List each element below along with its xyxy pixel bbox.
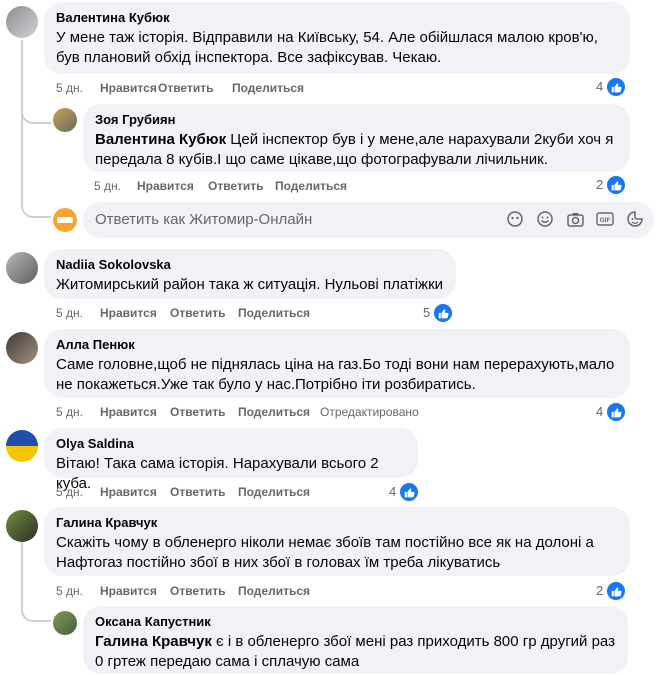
share-action[interactable]: Поделиться (238, 484, 310, 500)
comment-text: Житомирський район така ж ситуація. Нуль… (56, 276, 444, 293)
avatar[interactable] (6, 6, 38, 38)
comment-bubble: Зоя Грубиян Валентина Кубюк Цей інспекто… (83, 104, 630, 172)
like-action[interactable]: Нравится (100, 404, 170, 420)
avatar[interactable] (6, 332, 38, 364)
emoji-icon[interactable] (536, 210, 554, 228)
reply-input[interactable]: Ответить как Житомир-Онлайн GIF (83, 202, 654, 238)
like-action[interactable]: Нравится (100, 583, 170, 599)
avatar[interactable] (6, 252, 38, 284)
like-icon (432, 302, 455, 324)
reaction-number: 4 (389, 484, 397, 499)
avatar[interactable] (53, 611, 77, 635)
like-action[interactable]: Нравится (100, 80, 158, 96)
comment-author[interactable]: Оксана Капустник (95, 614, 616, 630)
comment-bubble: Алла Пенюк Саме головне,щоб не піднялась… (44, 329, 630, 398)
reaction-number: 2 (596, 583, 604, 598)
comment-author[interactable]: Алла Пенюк (56, 337, 618, 353)
reply-tools: GIF (506, 210, 644, 228)
camera-icon[interactable] (566, 210, 584, 228)
comment-time[interactable]: 5 дн. (56, 484, 100, 500)
like-icon (398, 481, 421, 503)
comment-bubble: Оксана Капустник Галина Кравчук є і в об… (83, 606, 628, 674)
page-avatar[interactable] (53, 208, 77, 232)
comment-time[interactable]: 5 дн. (56, 80, 100, 96)
like-icon (605, 401, 628, 423)
comment-text: Галина Кравчук є і в обленерго збої мені… (95, 632, 616, 672)
sticker-smile-icon[interactable] (626, 210, 644, 228)
reaction-count[interactable]: 4 (389, 481, 421, 503)
mention-link[interactable]: Галина Кравчук (95, 633, 212, 650)
like-icon (605, 580, 628, 602)
reaction-number: 5 (423, 305, 431, 320)
mention-link[interactable]: Валентина Кубюк (95, 131, 226, 148)
reply-action[interactable]: Ответить (170, 484, 238, 500)
reaction-number: 4 (596, 79, 604, 94)
comment-author[interactable]: Olya Saldina (56, 436, 406, 452)
comment-actions: 5 дн.НравитсяОтветитьПоделиться (94, 178, 347, 194)
reaction-number: 2 (596, 177, 604, 192)
comment-author[interactable]: Валентина Кубюк (56, 10, 618, 26)
like-action[interactable]: Нравится (100, 305, 170, 321)
share-action[interactable]: Поделиться (238, 404, 320, 420)
comment-actions: 5 дн.НравитсяОтветитьПоделиться (56, 484, 310, 500)
comment-actions: 5 дн.НравитсяОтветитьПоделиться (56, 583, 310, 599)
thread-connector (21, 100, 51, 124)
comment-author[interactable]: Галина Кравчук (56, 515, 618, 531)
comment-time[interactable]: 5 дн. (56, 404, 100, 420)
reaction-count[interactable]: 4 (596, 76, 628, 98)
comment-author[interactable]: Nadiia Sokolovska (56, 257, 444, 273)
thread-line (21, 40, 23, 200)
reaction-count[interactable]: 4 (596, 401, 628, 423)
share-action[interactable]: Поделиться (238, 305, 310, 321)
thread-connector (21, 196, 51, 218)
comment-bubble: Nadiia Sokolovska Житомирський район так… (44, 249, 456, 299)
comment-text: У мене таж історія. Відправили на Київсь… (56, 29, 598, 66)
avatar[interactable] (6, 430, 38, 462)
like-action[interactable]: Нравится (137, 178, 208, 194)
reply-placeholder: Ответить как Житомир-Онлайн (95, 211, 313, 228)
reply-action[interactable]: Ответить (170, 583, 238, 599)
comment-actions: 5 дн.НравитсяОтветитьПоделиться (56, 305, 310, 321)
like-action[interactable]: Нравится (100, 484, 170, 500)
comment-bubble: Галина Кравчук Скажіть чому в обленерго … (44, 507, 630, 576)
svg-text:GIF: GIF (600, 217, 611, 224)
comment-text: Валентина Кубюк Цей інспектор був і у ме… (95, 130, 618, 170)
gif-icon[interactable]: GIF (596, 210, 614, 228)
comment-actions: 5 дн.НравитсяОтветитьПоделиться (56, 80, 304, 96)
reaction-count[interactable]: 5 (423, 302, 455, 324)
reply-action[interactable]: Ответить (170, 305, 238, 321)
comment-bubble: Валентина Кубюк У мене таж історія. Відп… (44, 2, 630, 74)
thread-connector (21, 598, 51, 622)
reply-action[interactable]: Ответить (208, 178, 275, 194)
like-icon (605, 76, 628, 98)
comment-text: Саме головне,щоб не піднялась ціна на га… (56, 356, 615, 393)
sticker-icon[interactable] (506, 210, 524, 228)
comment-time[interactable]: 5 дн. (56, 305, 100, 321)
share-action[interactable]: Поделиться (238, 583, 310, 599)
share-action[interactable]: Поделиться (275, 178, 347, 194)
avatar[interactable] (53, 108, 77, 132)
reaction-count[interactable]: 2 (596, 580, 628, 602)
edited-label[interactable]: Отредактировано (320, 404, 419, 420)
comment-text: Скажіть чому в обленерго ніколи немає зб… (56, 534, 594, 571)
comment-author[interactable]: Зоя Грубиян (95, 112, 618, 128)
comment-bubble: Olya Saldina Вітаю! Така сама історія. Н… (44, 428, 418, 492)
comment-actions: 5 дн. Нравится Ответить Поделиться Отредакти… (56, 404, 419, 420)
reaction-count[interactable]: 2 (596, 174, 628, 196)
reply-action[interactable]: Ответить (170, 404, 238, 420)
reply-action[interactable]: Ответить (158, 80, 232, 96)
comment-time[interactable]: 5 дн. (56, 583, 100, 599)
comment-time[interactable]: 5 дн. (94, 178, 137, 194)
reaction-number: 4 (596, 404, 604, 419)
share-action[interactable]: Поделиться (232, 80, 304, 96)
like-icon (605, 174, 628, 196)
avatar[interactable] (6, 510, 38, 542)
